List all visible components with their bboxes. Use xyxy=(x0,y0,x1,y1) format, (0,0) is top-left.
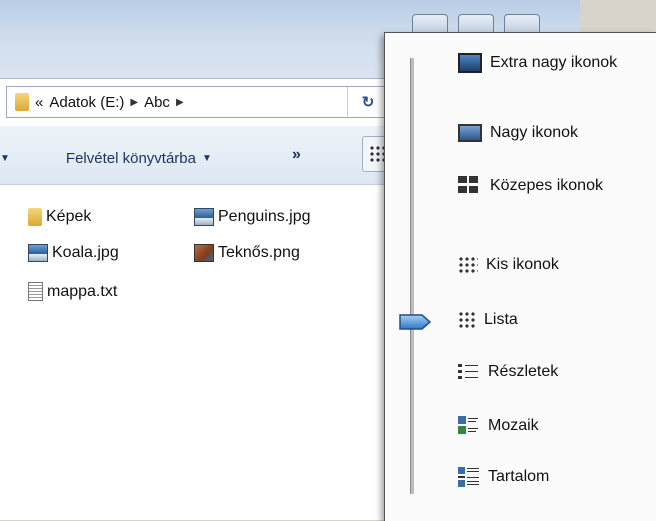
image-icon xyxy=(194,244,214,262)
file-name: Koala.jpg xyxy=(52,244,119,261)
menu-item-label: Lista xyxy=(484,311,518,328)
menu-item-tiles[interactable]: Mozaik xyxy=(458,416,539,436)
breadcrumb-folder[interactable]: Abc xyxy=(144,94,170,111)
menu-item-label: Extra nagy ikonok xyxy=(490,54,618,71)
menu-item-details[interactable]: Részletek xyxy=(458,362,558,382)
file-item[interactable]: Teknős.png xyxy=(194,244,300,262)
menu-item-label: Mozaik xyxy=(488,417,539,434)
menu-item-large-icons[interactable]: Nagy ikonok xyxy=(458,124,578,142)
content-icon xyxy=(458,467,480,487)
menu-item-content[interactable]: Tartalom xyxy=(458,467,549,487)
menu-item-label: Tartalom xyxy=(488,468,550,485)
extra-large-icons-icon xyxy=(458,53,482,73)
menu-item-small-icons[interactable]: Kis ikonok xyxy=(458,256,559,274)
more-commands-button[interactable]: » xyxy=(292,146,301,164)
include-in-library-label: Felvétel könyvtárba xyxy=(65,150,196,167)
medium-icons-icon xyxy=(458,176,482,196)
menu-item-list[interactable]: Lista xyxy=(458,311,518,329)
breadcrumb-drive[interactable]: Adatok (E:) xyxy=(49,94,124,111)
view-slider-track[interactable] xyxy=(410,58,414,494)
folder-icon xyxy=(28,208,42,226)
menu-item-label: Kis ikonok xyxy=(486,256,559,273)
view-menu xyxy=(384,32,656,521)
breadcrumb-overflow[interactable]: « xyxy=(35,94,43,111)
menu-item-label: Részletek xyxy=(488,363,559,380)
chevron-right-icon[interactable]: ▶ xyxy=(176,97,184,108)
details-icon xyxy=(458,362,480,382)
file-name: mappa.txt xyxy=(47,282,118,300)
image-icon xyxy=(194,208,214,226)
dropdown-arrow-icon: ▼ xyxy=(201,153,212,164)
include-in-library-button[interactable]: ▼ Felvétel könyvtárba ▼ xyxy=(0,150,212,167)
chevron-right-icon[interactable]: ▶ xyxy=(130,97,138,108)
menu-item-medium-icons[interactable]: Közepes ikonok xyxy=(458,176,603,196)
file-name: Képek xyxy=(46,208,92,225)
file-name: Penguins.jpg xyxy=(218,208,311,225)
menu-item-label: Közepes ikonok xyxy=(490,177,603,194)
menu-item-label: Nagy ikonok xyxy=(490,124,579,141)
small-icons-icon xyxy=(458,256,478,274)
file-item[interactable]: Képek xyxy=(28,208,91,226)
file-item[interactable]: Penguins.jpg xyxy=(194,208,311,226)
text-file-icon xyxy=(28,282,43,301)
list-icon xyxy=(458,311,476,329)
menu-item-extra-large-icons[interactable]: Extra nagy ikonok xyxy=(458,53,617,73)
file-name: Teknős.png xyxy=(218,244,300,261)
refresh-icon[interactable]: ↻ xyxy=(347,87,388,117)
dropdown-arrow-icon: ▼ xyxy=(0,153,10,164)
file-item[interactable]: Koala.jpg xyxy=(28,244,119,262)
large-icons-icon xyxy=(458,124,482,142)
view-slider-thumb[interactable] xyxy=(398,313,432,331)
file-item[interactable]: mappa.txt xyxy=(28,282,117,301)
folder-icon xyxy=(15,93,29,111)
image-icon xyxy=(28,244,48,262)
tiles-icon xyxy=(458,416,480,436)
address-bar[interactable]: « Adatok (E:) ▶ Abc ▶ ↻ xyxy=(6,86,408,118)
